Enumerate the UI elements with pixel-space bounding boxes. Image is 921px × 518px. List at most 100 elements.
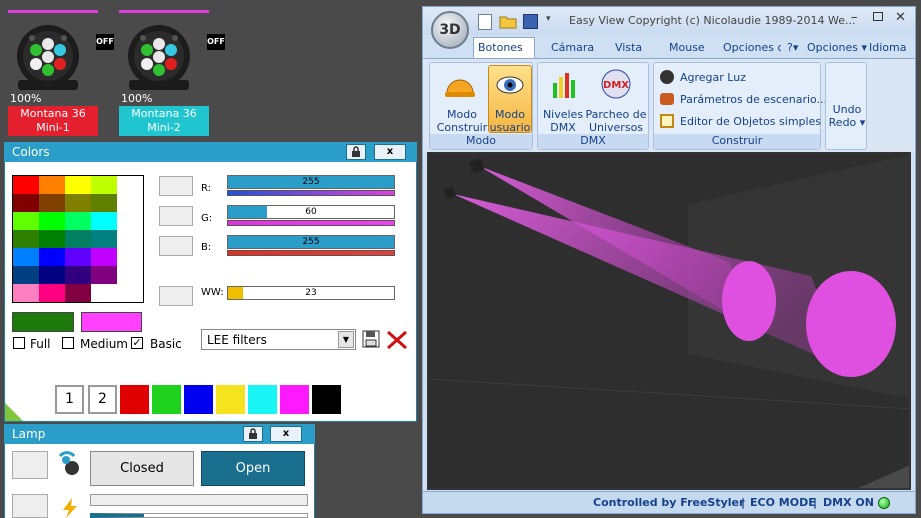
tab-opciones-c[interactable]: Opciones c	[723, 38, 781, 58]
swatch[interactable]	[91, 212, 117, 230]
undo-button[interactable]: Undo	[826, 103, 868, 116]
swatch[interactable]	[65, 248, 91, 266]
agregar-luz-button[interactable]: Agregar Luz	[660, 69, 820, 87]
strobe-mode-bar[interactable]	[90, 513, 308, 518]
tab-botones[interactable]: Botones es	[473, 37, 535, 74]
swatch[interactable]	[13, 266, 39, 284]
quick-blue-button[interactable]	[184, 385, 213, 414]
maximize-button[interactable]	[873, 12, 883, 21]
preset-1-button[interactable]: 1	[55, 385, 84, 414]
fixture-montana-mini-1[interactable]: OFF 100% Montana 36 Mini-1	[8, 10, 114, 136]
swatch[interactable]	[117, 248, 143, 266]
swatch[interactable]	[91, 176, 117, 194]
swatch[interactable]	[117, 194, 143, 212]
green-slider[interactable]: 60	[227, 205, 395, 219]
lock-icon[interactable]	[243, 426, 263, 442]
quick-access-dropdown-icon[interactable]: ▾	[546, 14, 551, 24]
preset-2-button[interactable]: 2	[88, 385, 117, 414]
swatch[interactable]	[91, 230, 117, 248]
chevron-down-icon[interactable]: ▼	[338, 331, 354, 348]
swatch[interactable]	[39, 176, 65, 194]
close-window-button[interactable]: ✕	[895, 10, 906, 25]
swatch[interactable]	[65, 194, 91, 212]
tab-vista[interactable]: Vista	[615, 38, 642, 58]
swatch[interactable]	[117, 230, 143, 248]
quick-green-button[interactable]	[152, 385, 181, 414]
delete-icon[interactable]	[386, 330, 408, 350]
minimize-button[interactable]: –	[851, 10, 858, 25]
swatch[interactable]	[91, 284, 117, 302]
save-icon[interactable]	[523, 14, 538, 29]
swatch[interactable]	[117, 266, 143, 284]
stage-scene[interactable]	[429, 154, 911, 490]
parametros-escenario-button[interactable]: Parámetros de escenario...	[660, 91, 827, 109]
swatch[interactable]	[39, 230, 65, 248]
green-preset-button[interactable]	[159, 206, 193, 226]
swatch[interactable]	[13, 230, 39, 248]
swatch[interactable]	[117, 284, 143, 302]
lamp-panel-titlebar[interactable]: Lamp	[4, 424, 315, 444]
swatch[interactable]	[39, 212, 65, 230]
idioma-menu[interactable]: Idioma ▾	[869, 38, 915, 74]
quick-black-button[interactable]	[312, 385, 341, 414]
niveles-dmx-button[interactable]: Niveles DMX	[540, 108, 586, 134]
close-icon[interactable]: x	[270, 426, 302, 442]
redo-button[interactable]: Redo ▾	[826, 116, 868, 129]
swatch[interactable]	[91, 266, 117, 284]
resize-grip-icon[interactable]	[5, 403, 23, 421]
tab-camara[interactable]: Cámara	[551, 38, 594, 58]
medium-checkbox[interactable]	[62, 337, 74, 349]
swatch[interactable]	[91, 194, 117, 212]
swatch[interactable]	[117, 176, 143, 194]
color-swatch-grid[interactable]	[12, 175, 144, 303]
filter-select[interactable]: LEE filters ▼	[201, 329, 356, 350]
swatch[interactable]	[91, 248, 117, 266]
save-icon[interactable]	[362, 330, 380, 348]
red-slider[interactable]: 255	[227, 175, 395, 189]
lock-icon[interactable]	[346, 144, 366, 160]
new-file-icon[interactable]	[478, 14, 492, 30]
ww-preset-button[interactable]	[159, 286, 193, 306]
close-icon[interactable]: x	[374, 144, 406, 160]
swatch[interactable]	[39, 266, 65, 284]
help-menu[interactable]: ?▾	[787, 38, 798, 58]
quick-yellow-button[interactable]	[216, 385, 245, 414]
quick-red-button[interactable]	[120, 385, 149, 414]
swatch[interactable]	[13, 194, 39, 212]
swatch[interactable]	[13, 248, 39, 266]
swatch[interactable]	[39, 248, 65, 266]
swatch[interactable]	[39, 194, 65, 212]
closed-button[interactable]: Closed	[90, 451, 194, 486]
open-folder-icon[interactable]	[499, 14, 517, 29]
editor-objetos-button[interactable]: Editor de Objetos simples	[660, 113, 821, 131]
lamp-preset-button-2[interactable]	[12, 494, 48, 518]
tab-mouse[interactable]: Mouse	[669, 38, 705, 58]
swatch[interactable]	[65, 284, 91, 302]
swatch[interactable]	[13, 176, 39, 194]
blue-preset-button[interactable]	[159, 236, 193, 256]
swatch[interactable]	[65, 176, 91, 194]
open-button[interactable]: Open	[201, 451, 305, 486]
swatch[interactable]	[65, 230, 91, 248]
lamp-preset-button[interactable]	[12, 451, 48, 479]
ww-slider[interactable]: 23	[227, 286, 395, 300]
window-titlebar[interactable]: 3D ▾ Easy View Copyright (c) Nicolaudie …	[423, 7, 915, 49]
swatch[interactable]	[65, 212, 91, 230]
quick-magenta-button[interactable]	[280, 385, 309, 414]
red-preset-button[interactable]	[159, 176, 193, 196]
strobe-slider[interactable]	[90, 494, 308, 506]
fixture-montana-mini-2[interactable]: OFF 100% Montana 36 Mini-2	[119, 10, 225, 136]
parcheo-universos-button[interactable]: Parcheo de Universos	[584, 108, 648, 134]
swatch[interactable]	[13, 284, 39, 302]
basic-checkbox[interactable]: ✓	[131, 337, 143, 349]
app-logo[interactable]: 3D	[431, 11, 469, 49]
3d-viewport[interactable]	[427, 152, 911, 490]
swatch[interactable]	[65, 266, 91, 284]
swatch[interactable]	[39, 284, 65, 302]
blue-slider[interactable]: 255	[227, 235, 395, 249]
opciones-menu[interactable]: Opciones ▾	[807, 38, 867, 58]
swatch[interactable]	[117, 212, 143, 230]
swatch[interactable]	[13, 212, 39, 230]
full-checkbox[interactable]	[13, 337, 25, 349]
quick-cyan-button[interactable]	[248, 385, 277, 414]
